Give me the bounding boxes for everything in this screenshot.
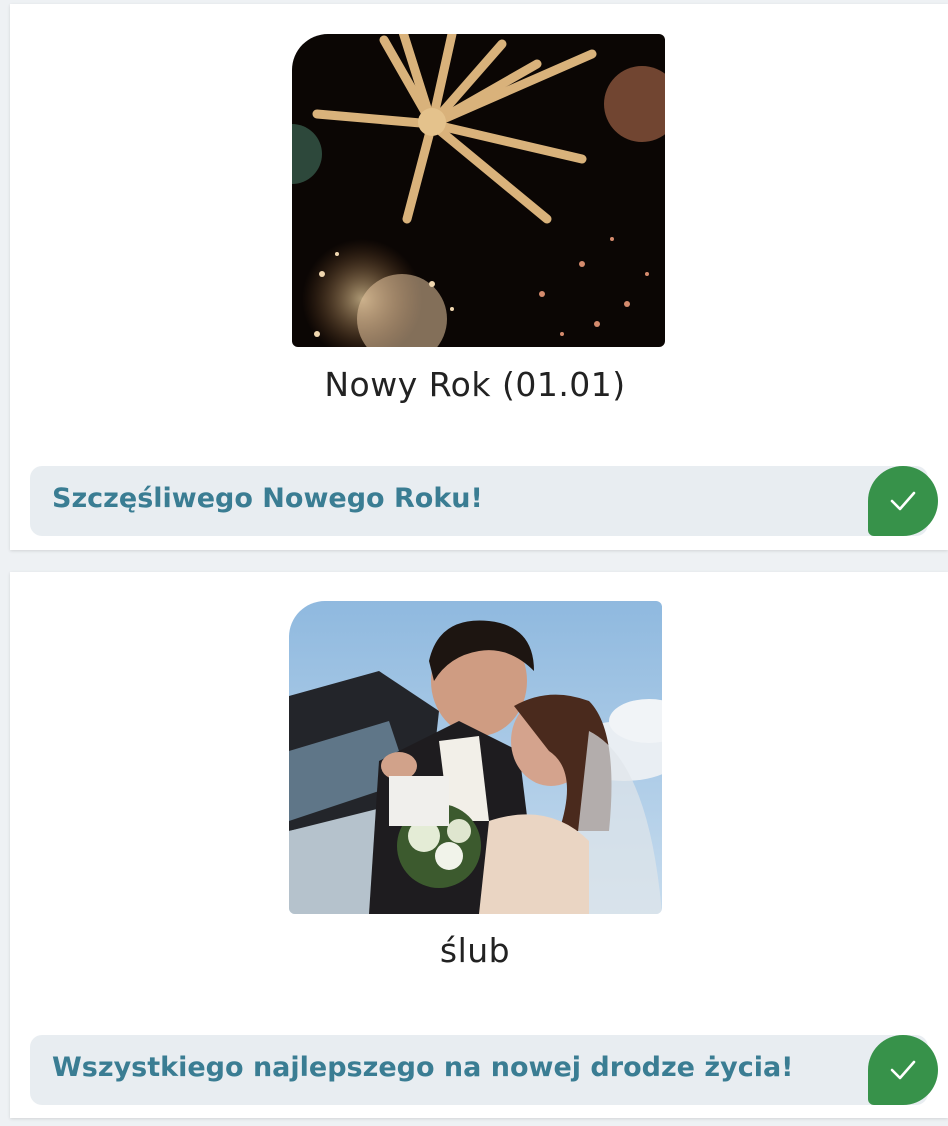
wedding-kiss-image <box>289 601 662 914</box>
select-wish-button[interactable] <box>868 466 938 536</box>
check-icon <box>890 491 916 511</box>
occasion-title: ślub <box>439 931 511 970</box>
occasion-card-new-year[interactable]: Nowy Rok (01.01) Szczęśliwego Nowego Rok… <box>10 4 948 550</box>
fireworks-image <box>292 34 665 347</box>
wish-option[interactable]: Szczęśliwego Nowego Roku! <box>30 466 938 536</box>
occasion-card-wedding[interactable]: ślub Wszystkiego najlepszego na nowej dr… <box>10 572 948 1118</box>
occasion-title: Nowy Rok (01.01) <box>324 365 626 404</box>
wish-text: Wszystkiego najlepszego na nowej drodze … <box>52 1052 794 1083</box>
wish-text: Szczęśliwego Nowego Roku! <box>52 483 483 514</box>
select-wish-button[interactable] <box>868 1035 938 1105</box>
check-icon <box>890 1060 916 1080</box>
wish-option[interactable]: Wszystkiego najlepszego na nowej drodze … <box>30 1035 938 1105</box>
